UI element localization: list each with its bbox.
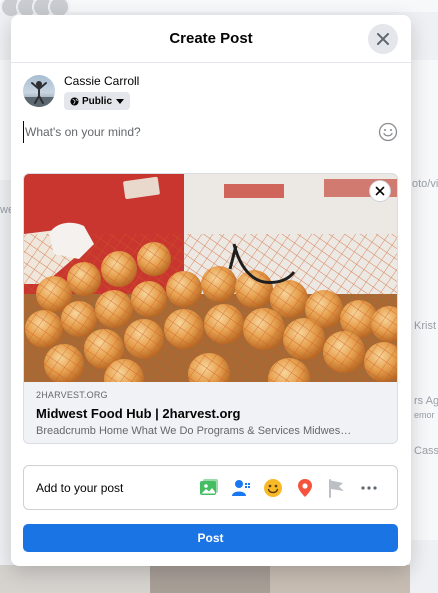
smiley-icon xyxy=(378,122,398,142)
link-preview-card[interactable]: 2HARVEST.ORG Midwest Food Hub | 2harvest… xyxy=(23,173,398,444)
check-in-icon xyxy=(298,478,312,497)
onion-sacks-photo xyxy=(24,174,397,382)
post-author: Cassie Carroll Public xyxy=(23,73,139,111)
remove-link-preview-button[interactable] xyxy=(369,180,391,202)
link-title: Midwest Food Hub | 2harvest.org xyxy=(36,406,241,421)
life-event-button[interactable] xyxy=(321,472,353,504)
close-icon xyxy=(375,186,385,196)
more-icon xyxy=(361,485,377,490)
add-to-post-bar: Add to your post xyxy=(23,465,398,510)
modal-header: Create Post xyxy=(11,15,411,63)
caret-down-icon xyxy=(116,98,125,104)
tag-people-icon xyxy=(232,479,251,496)
background-left-panel xyxy=(0,60,11,180)
background-text: rs Ag xyxy=(414,395,438,407)
link-domain: 2HARVEST.ORG xyxy=(36,390,108,400)
modal-title: Create Post xyxy=(169,30,253,47)
background-right-panel xyxy=(411,60,438,540)
photo-video-button[interactable] xyxy=(193,472,225,504)
background-text: oto/vi xyxy=(412,178,438,190)
add-to-post-icons xyxy=(193,472,385,504)
tag-people-button[interactable] xyxy=(225,472,257,504)
photo-video-icon xyxy=(200,478,218,495)
more-options-button[interactable] xyxy=(353,472,385,504)
privacy-selector[interactable]: Public xyxy=(64,92,131,110)
background-text: emor xyxy=(414,410,435,420)
add-to-post-label: Add to your post xyxy=(36,480,124,495)
life-event-flag-icon xyxy=(329,478,344,498)
avatar-figure-icon xyxy=(23,81,55,107)
privacy-label: Public xyxy=(82,95,113,107)
create-post-modal: Create Post Cassie Carroll Public What's… xyxy=(11,15,411,566)
close-icon xyxy=(377,33,389,45)
globe-icon xyxy=(70,96,79,106)
close-button[interactable] xyxy=(368,24,398,54)
background-photo xyxy=(0,565,150,593)
background-text: Cassi xyxy=(414,445,438,457)
check-in-button[interactable] xyxy=(289,472,321,504)
feeling-activity-icon xyxy=(264,478,282,497)
emoji-button[interactable] xyxy=(378,122,398,147)
link-description: Breadcrumb Home What We Do Programs & Se… xyxy=(36,425,352,437)
background-photo xyxy=(270,565,410,593)
background-text: Krist xyxy=(414,320,436,332)
link-preview-meta: 2HARVEST.ORG Midwest Food Hub | 2harvest… xyxy=(24,382,397,437)
post-composer xyxy=(23,121,398,143)
link-preview-image xyxy=(24,174,397,382)
feeling-activity-button[interactable] xyxy=(257,472,289,504)
post-button[interactable]: Post xyxy=(23,524,398,552)
background-photo xyxy=(150,565,270,593)
avatar[interactable] xyxy=(23,75,55,107)
user-name: Cassie Carroll xyxy=(64,74,140,88)
post-text-input[interactable] xyxy=(23,121,363,143)
